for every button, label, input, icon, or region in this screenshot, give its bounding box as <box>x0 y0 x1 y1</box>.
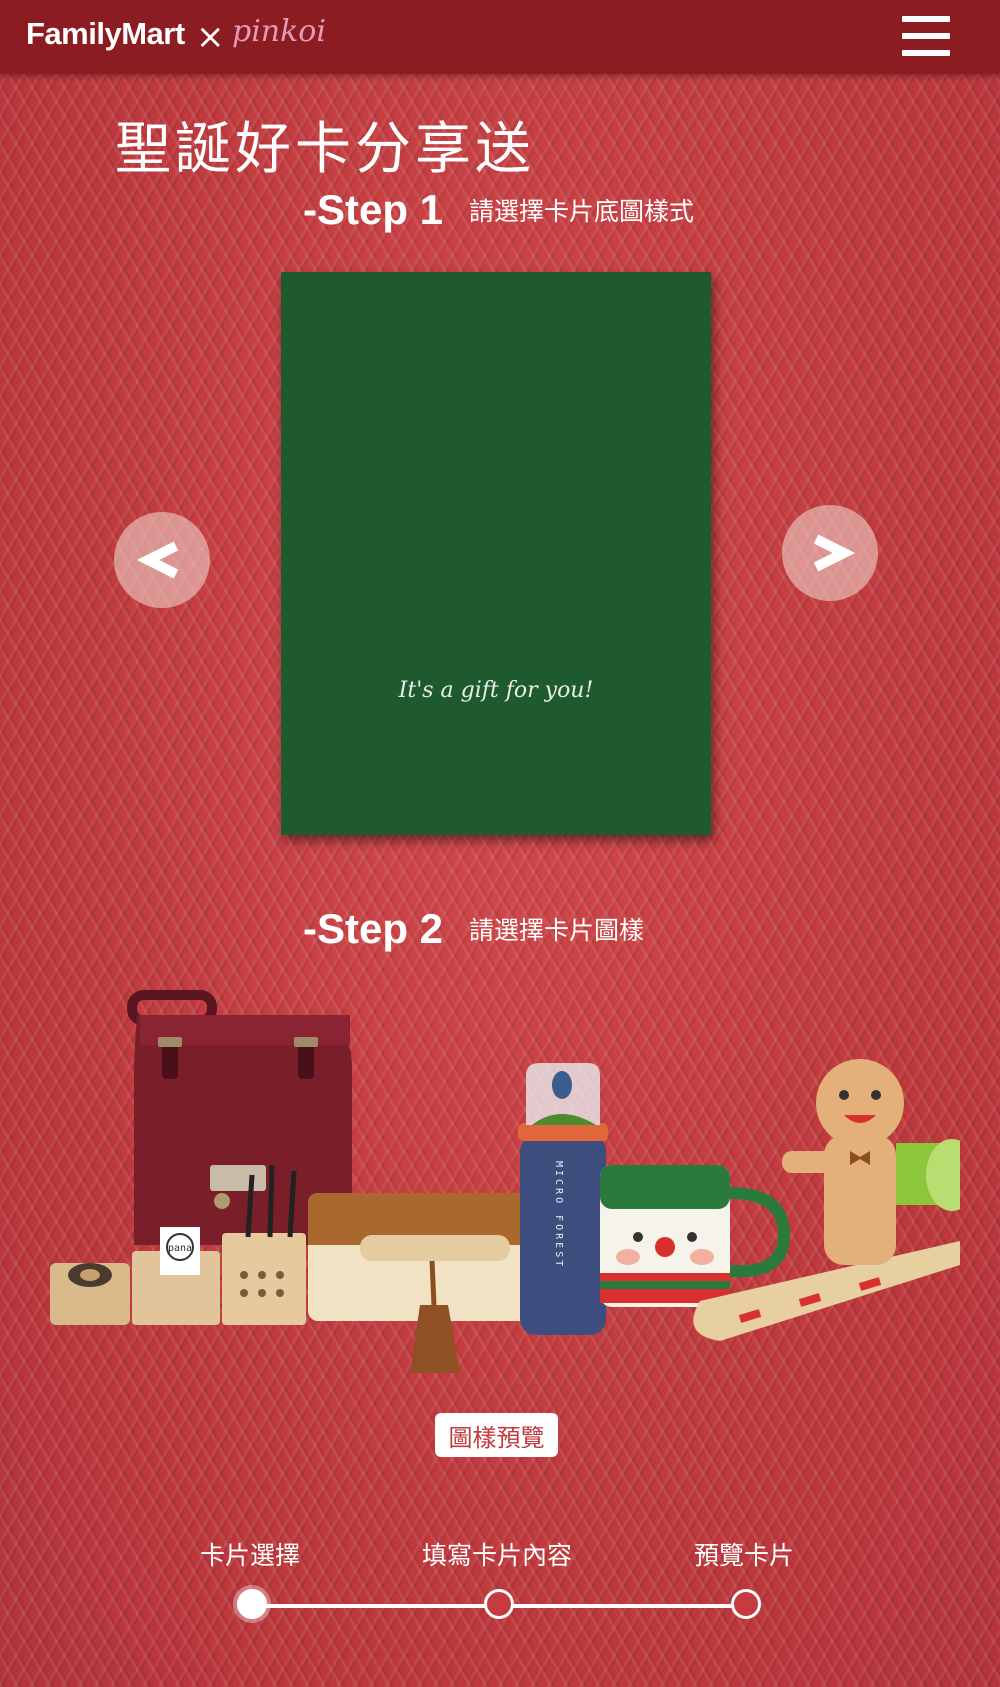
brand-separator: × <box>196 17 225 57</box>
step2-description: 請選擇卡片圖樣 <box>469 916 645 945</box>
snowman-mug-icon[interactable] <box>600 1165 791 1307</box>
menu-line <box>902 33 950 39</box>
progress-step-dot[interactable] <box>237 1589 267 1619</box>
organizer-brand-text: pana <box>168 1243 192 1254</box>
step2-heading: -Step 2 請選擇卡片圖樣 <box>303 905 644 953</box>
menu-line <box>902 16 950 22</box>
chevron-left-icon <box>136 541 179 579</box>
menu-line <box>902 50 950 56</box>
step1-heading: -Step 1 請選擇卡片底圖樣式 <box>303 186 694 234</box>
leather-pencil-case-icon[interactable] <box>308 1193 556 1373</box>
step1-description: 請選擇卡片底圖樣式 <box>469 197 695 226</box>
step2-label: -Step 2 <box>303 905 444 952</box>
next-card-button[interactable] <box>782 505 878 601</box>
hamburger-menu-icon[interactable] <box>902 16 952 56</box>
pinkoi-logo[interactable]: pinkoi <box>232 14 326 49</box>
gingerbread-cup-holder-icon[interactable] <box>693 1059 960 1341</box>
progress-step-label: 預覽卡片 <box>694 1541 795 1570</box>
progress-step-dot[interactable] <box>484 1589 514 1619</box>
progress-step-label: 卡片選擇 <box>200 1541 301 1570</box>
familymart-logo[interactable]: FamilyMart <box>26 16 185 52</box>
chevron-right-icon <box>813 534 856 572</box>
top-navigation-bar: FamilyMart × pinkoi <box>0 0 1000 74</box>
card-greeting-text: It's a gift for you! <box>398 678 594 703</box>
card-background-preview[interactable]: It's a gift for you! <box>281 272 711 835</box>
page-title: 聖誕好卡分享送 <box>115 117 535 182</box>
progress-step-label: 填寫卡片內容 <box>422 1541 573 1570</box>
step1-label: -Step 1 <box>303 186 444 233</box>
prev-card-button[interactable] <box>114 512 210 608</box>
pattern-preview-button[interactable]: 圖樣預覽 <box>435 1413 558 1457</box>
micro-forest-bottle-icon[interactable]: MICRO FOREST <box>518 1063 608 1335</box>
bottle-label-text: MICRO FOREST <box>553 1161 564 1269</box>
progress-step-dot[interactable] <box>731 1589 761 1619</box>
card-pattern-items: pana MICRO FOREST <box>50 990 960 1373</box>
